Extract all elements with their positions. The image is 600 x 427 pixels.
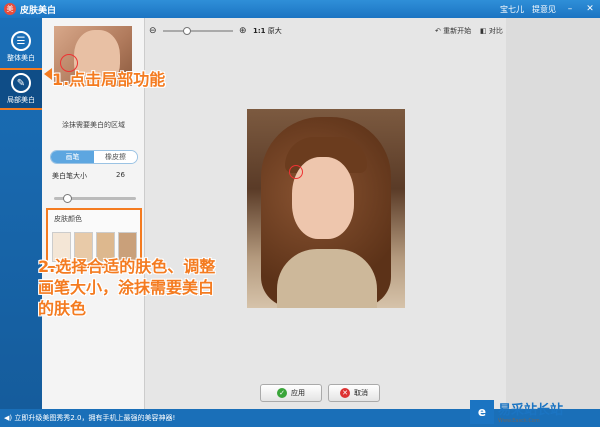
compare-label: 对比: [488, 27, 503, 35]
reset-label: 重新开始: [443, 27, 472, 35]
annotation-step-2-line: 的肤色: [38, 299, 87, 318]
title-bar-right: 宝七儿 提意见 – ✕: [500, 0, 596, 18]
window-title: 皮肤美白: [20, 5, 57, 16]
nav-item-label: 局部美白: [7, 96, 35, 104]
brush-size-handle[interactable]: [63, 194, 72, 203]
minimize-icon[interactable]: –: [564, 3, 576, 15]
title-bar: 美 皮肤美白 宝七儿 提意见 – ✕: [0, 0, 600, 18]
brush-size-slider[interactable]: [54, 194, 136, 203]
mode-eraser[interactable]: 橡皮擦: [94, 151, 137, 163]
zoom-handle[interactable]: [183, 27, 191, 35]
canvas-toolbar: ⊖ ⊕ 1:1 原大 ↶ 重新开始 ◧ 对比: [145, 24, 506, 38]
watermark-logo-icon: e: [470, 399, 494, 424]
ratio-bold: 1:1: [253, 27, 266, 35]
annotation-step-2-line: 2.选择合适的肤色、调整: [38, 257, 216, 276]
original-size-button[interactable]: 1:1 原大: [253, 26, 282, 36]
zoom-slider[interactable]: [163, 27, 233, 35]
zoom-out-icon[interactable]: ⊖: [149, 26, 157, 36]
panel-hint: 涂抹需要美白的区域: [62, 121, 125, 129]
cross-icon: ✕: [340, 388, 350, 398]
app-logo-text: 美: [6, 5, 14, 13]
annotation-arrow-icon: [44, 68, 52, 80]
watermark-url: Www.Easck.Com: [498, 418, 540, 424]
mode-brush[interactable]: 画笔: [51, 151, 94, 163]
apply-label: 应用: [291, 389, 305, 397]
check-icon: ✓: [277, 388, 287, 398]
right-background: [506, 18, 600, 409]
speaker-icon: ◀): [4, 414, 13, 422]
zoom-in-icon[interactable]: ⊕: [239, 26, 247, 36]
user-name[interactable]: 宝七儿: [500, 4, 524, 15]
nav-item-label: 整体美白: [7, 54, 35, 62]
app-logo: 美: [4, 3, 16, 15]
skin-color-title: 皮肤颜色: [54, 215, 82, 223]
photo-shoulders: [277, 249, 377, 308]
apply-button[interactable]: ✓ 应用: [260, 384, 322, 402]
cancel-button[interactable]: ✕ 取消: [328, 384, 380, 402]
status-text[interactable]: 立即升级美图秀秀2.0，拥有手机上最强的美容神器!: [14, 413, 175, 423]
brush-size-value: 26: [116, 171, 125, 179]
annotation-step-2-line: 画笔大小，涂抹需要美白: [38, 278, 215, 297]
list-icon: ☰: [11, 31, 31, 51]
edit-photo[interactable]: [247, 109, 405, 308]
feedback-link[interactable]: 提意见: [532, 4, 556, 15]
ratio-label: 原大: [267, 27, 282, 35]
close-icon[interactable]: ✕: [584, 3, 596, 15]
annotation-step-1: 1.点击局部功能: [52, 70, 166, 89]
nav-item-whole-whitening[interactable]: ☰ 整体美白: [0, 28, 42, 66]
watermark-name: 易采站长站: [498, 403, 564, 418]
nav-item-local-whitening[interactable]: ✎ 局部美白: [0, 68, 44, 110]
brush-size-label: 美白笔大小: [52, 172, 87, 180]
compare-button[interactable]: ◧ 对比: [480, 26, 503, 36]
brush-icon: ✎: [11, 73, 31, 93]
watermark-text: 易采站长站 Www.Easck.Com: [498, 399, 563, 424]
left-nav: ☰ 整体美白 ✎ 局部美白: [0, 18, 44, 409]
annotation-step-2: 2.选择合适的肤色、调整 画笔大小，涂抹需要美白 的肤色: [38, 256, 268, 319]
mode-toggle: 画笔 橡皮擦: [50, 150, 138, 164]
reset-button[interactable]: ↶ 重新开始: [435, 26, 471, 36]
watermark: e 易采站长站 Www.Easck.Com: [470, 396, 600, 427]
cancel-label: 取消: [354, 389, 368, 397]
brush-cursor-icon: [289, 165, 303, 179]
